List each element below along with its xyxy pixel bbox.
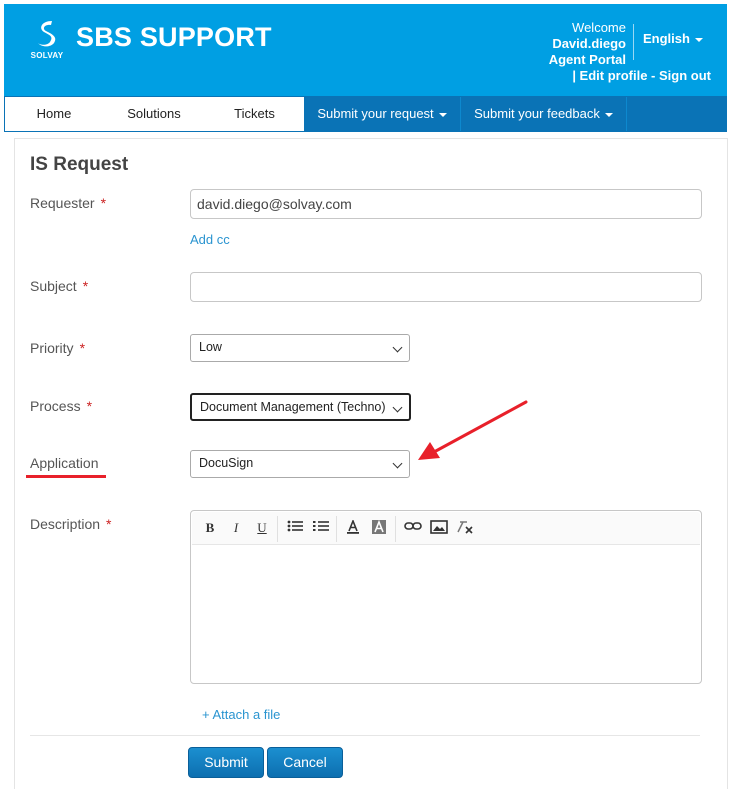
caret-down-icon: [438, 112, 447, 117]
nav-solutions-label: Solutions: [127, 106, 181, 121]
image-icon[interactable]: [429, 520, 449, 536]
caret-down-icon: [694, 37, 703, 42]
required-mark: *: [79, 340, 86, 356]
nav-tickets-label: Tickets: [234, 106, 275, 121]
language-separator: [633, 24, 634, 60]
priority-label-text: Priority: [30, 340, 74, 356]
username: David.diego: [552, 36, 626, 51]
requester-label: Requester *: [30, 195, 106, 211]
bold-button[interactable]: B: [202, 520, 218, 536]
site-title: SBS SUPPORT: [76, 22, 272, 52]
welcome-text: Welcome: [572, 20, 626, 35]
application-value: DocuSign: [199, 456, 254, 470]
nav-home-label: Home: [36, 106, 72, 121]
solvay-logo[interactable]: SOLVAY: [26, 16, 68, 66]
required-mark: *: [82, 278, 89, 294]
editor-toolbar: B I U: [192, 512, 700, 545]
subject-field[interactable]: [190, 272, 702, 302]
add-cc-link[interactable]: Add cc: [190, 232, 230, 247]
submit-button[interactable]: Submit: [188, 747, 264, 778]
solvay-s-icon: [38, 21, 56, 47]
description-editor[interactable]: B I U: [190, 510, 702, 684]
chevron-down-icon: [392, 342, 403, 353]
divider: [30, 735, 700, 736]
application-label: Application: [30, 455, 99, 471]
required-mark: *: [106, 516, 112, 532]
font-color-icon[interactable]: [344, 518, 362, 536]
header: SOLVAY SBS SUPPORT Welcome David.diego A…: [4, 4, 727, 96]
required-mark: *: [100, 195, 107, 211]
nav-home[interactable]: Home: [5, 97, 103, 131]
italic-button[interactable]: I: [228, 520, 244, 536]
toolbar-separator: [336, 516, 337, 542]
language-dropdown[interactable]: English: [643, 31, 703, 46]
annotation-arrow-icon: [418, 400, 528, 460]
requester-value: david.diego@solvay.com: [197, 196, 352, 212]
chevron-down-icon: [392, 458, 403, 469]
process-value: Document Management (Techno): [200, 400, 386, 414]
nav-submit-feedback[interactable]: Submit your feedback: [460, 97, 626, 131]
requester-field[interactable]: david.diego@solvay.com: [190, 189, 702, 219]
annotation-underline: [26, 475, 106, 478]
required-mark: *: [86, 398, 93, 414]
process-label: Process *: [30, 398, 92, 414]
clear-format-icon[interactable]: [455, 520, 475, 536]
priority-select[interactable]: Low: [190, 334, 410, 362]
main-nav: Home Solutions Tickets Submit your reque…: [4, 96, 727, 132]
description-label: Description *: [30, 516, 111, 532]
profile-links[interactable]: | Edit profile - Sign out: [572, 68, 711, 84]
language-label: English: [643, 31, 690, 46]
requester-label-text: Requester: [30, 195, 95, 211]
cancel-button[interactable]: Cancel: [267, 747, 343, 778]
toolbar-separator: [277, 516, 278, 542]
page-title: IS Request: [30, 154, 129, 175]
highlight-color-icon[interactable]: [370, 519, 388, 536]
subject-label: Subject *: [30, 278, 88, 294]
user-block: Welcome David.diego Agent Portal | Edit …: [524, 20, 711, 83]
logo-text: SOLVAY: [30, 51, 64, 60]
application-label-text: Application: [30, 455, 99, 471]
agent-portal-link[interactable]: Agent Portal: [524, 52, 626, 68]
nav-tickets[interactable]: Tickets: [205, 97, 304, 131]
caret-down-icon: [604, 112, 613, 117]
nav-submit-request[interactable]: Submit your request: [304, 97, 460, 131]
underline-button[interactable]: U: [254, 520, 270, 536]
subject-label-text: Subject: [30, 278, 77, 294]
chevron-down-icon: [392, 402, 403, 413]
process-select[interactable]: Document Management (Techno): [190, 393, 411, 421]
priority-label: Priority *: [30, 340, 85, 356]
nav-submit-feedback-label: Submit your feedback: [474, 106, 600, 121]
attach-file-link[interactable]: + Attach a file: [202, 707, 280, 722]
process-label-text: Process: [30, 398, 81, 414]
nav-empty-area: [626, 97, 726, 131]
page: SOLVAY SBS SUPPORT Welcome David.diego A…: [0, 0, 731, 789]
numbered-list-icon[interactable]: [312, 520, 330, 536]
toolbar-separator: [395, 516, 396, 542]
description-label-text: Description: [30, 516, 101, 532]
priority-value: Low: [199, 340, 222, 354]
bullet-list-icon[interactable]: [286, 520, 304, 536]
link-icon[interactable]: [403, 520, 423, 536]
nav-solutions[interactable]: Solutions: [103, 97, 205, 131]
nav-submit-request-label: Submit your request: [317, 106, 434, 121]
application-select[interactable]: DocuSign: [190, 450, 410, 478]
